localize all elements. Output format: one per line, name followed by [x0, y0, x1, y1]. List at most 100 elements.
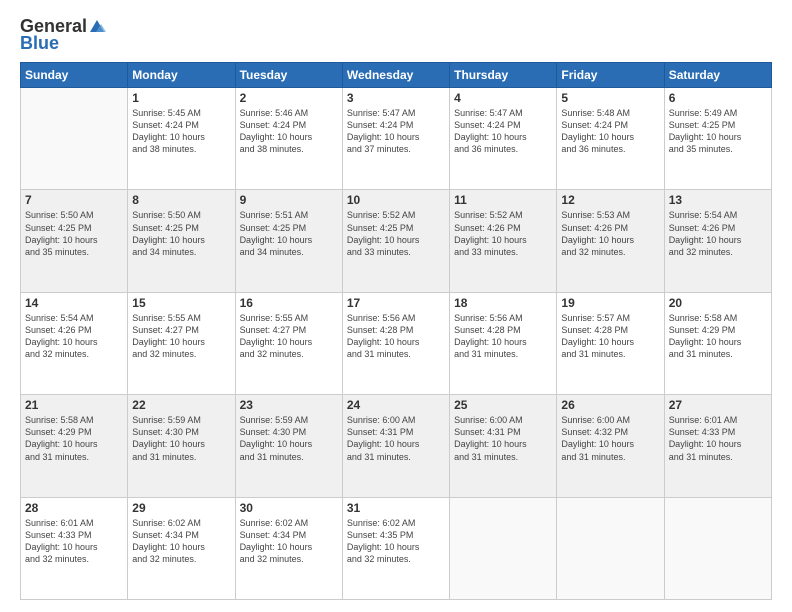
calendar-cell: 1Sunrise: 5:45 AM Sunset: 4:24 PM Daylig…: [128, 88, 235, 190]
calendar-header-wednesday: Wednesday: [342, 63, 449, 88]
page: General Blue SundayMondayTuesdayWednesda…: [0, 0, 792, 612]
day-details: Sunrise: 6:02 AM Sunset: 4:35 PM Dayligh…: [347, 517, 445, 566]
day-details: Sunrise: 5:47 AM Sunset: 4:24 PM Dayligh…: [454, 107, 552, 156]
day-details: Sunrise: 5:46 AM Sunset: 4:24 PM Dayligh…: [240, 107, 338, 156]
calendar-cell: 15 Sunrise: 5:55 AM Sunset: 4:27 PM Dayli…: [128, 292, 235, 394]
day-number: 5: [561, 91, 659, 105]
day-number: 31: [347, 501, 445, 515]
calendar-cell: 30 Sunrise: 6:02 AM Sunset: 4:34 PM Dayli…: [235, 497, 342, 599]
calendar-cell: 25 Sunrise: 6:00 AM Sunset: 4:31 PM Dayli…: [450, 395, 557, 497]
day-details: Sunrise: 5:50 AM Sunset: 4:25 PM Dayligh…: [132, 209, 230, 258]
calendar-week-row: 7 Sunrise: 5:50 AM Sunset: 4:25 PM Daylig…: [21, 190, 772, 292]
day-number: 6: [669, 91, 767, 105]
calendar-cell: 21Sunrise: 5:58 AM Sunset: 4:29 PM Dayli…: [21, 395, 128, 497]
calendar-cell: 22 Sunrise: 5:59 AM Sunset: 4:30 PM Dayli…: [128, 395, 235, 497]
calendar-cell: 12 Sunrise: 5:53 AM Sunset: 4:26 PM Dayli…: [557, 190, 664, 292]
day-number: 27: [669, 398, 767, 412]
day-number: 4: [454, 91, 552, 105]
calendar-cell: 23 Sunrise: 5:59 AM Sunset: 4:30 PM Dayli…: [235, 395, 342, 497]
calendar-cell: 10Sunrise: 5:52 AM Sunset: 4:25 PM Dayli…: [342, 190, 449, 292]
calendar-cell: 9Sunrise: 5:51 AM Sunset: 4:25 PM Daylig…: [235, 190, 342, 292]
calendar-cell: 11 Sunrise: 5:52 AM Sunset: 4:26 PM Dayli…: [450, 190, 557, 292]
day-details: Sunrise: 5:52 AM Sunset: 4:25 PM Dayligh…: [347, 209, 445, 258]
calendar-week-row: 14 Sunrise: 5:54 AM Sunset: 4:26 PM Dayli…: [21, 292, 772, 394]
day-number: 14: [25, 296, 123, 310]
calendar-cell: 20 Sunrise: 5:58 AM Sunset: 4:29 PM Dayli…: [664, 292, 771, 394]
calendar-cell: 13 Sunrise: 5:54 AM Sunset: 4:26 PM Dayli…: [664, 190, 771, 292]
day-number: 1: [132, 91, 230, 105]
calendar-header-friday: Friday: [557, 63, 664, 88]
calendar-cell: 16 Sunrise: 5:55 AM Sunset: 4:27 PM Dayli…: [235, 292, 342, 394]
day-details: Sunrise: 5:53 AM Sunset: 4:26 PM Dayligh…: [561, 209, 659, 258]
calendar-cell: 8 Sunrise: 5:50 AM Sunset: 4:25 PM Daylig…: [128, 190, 235, 292]
day-details: Sunrise: 5:55 AM Sunset: 4:27 PM Dayligh…: [132, 312, 230, 361]
day-number: 11: [454, 193, 552, 207]
day-number: 20: [669, 296, 767, 310]
calendar-cell: 7 Sunrise: 5:50 AM Sunset: 4:25 PM Daylig…: [21, 190, 128, 292]
day-number: 19: [561, 296, 659, 310]
day-details: Sunrise: 6:02 AM Sunset: 4:34 PM Dayligh…: [132, 517, 230, 566]
calendar-header-thursday: Thursday: [450, 63, 557, 88]
day-details: Sunrise: 5:55 AM Sunset: 4:27 PM Dayligh…: [240, 312, 338, 361]
day-number: 30: [240, 501, 338, 515]
day-number: 24: [347, 398, 445, 412]
calendar-cell: 27 Sunrise: 6:01 AM Sunset: 4:33 PM Dayli…: [664, 395, 771, 497]
day-details: Sunrise: 6:00 AM Sunset: 4:32 PM Dayligh…: [561, 414, 659, 463]
calendar-cell: 31 Sunrise: 6:02 AM Sunset: 4:35 PM Dayli…: [342, 497, 449, 599]
day-number: 29: [132, 501, 230, 515]
day-details: Sunrise: 5:48 AM Sunset: 4:24 PM Dayligh…: [561, 107, 659, 156]
day-details: Sunrise: 5:56 AM Sunset: 4:28 PM Dayligh…: [454, 312, 552, 361]
day-details: Sunrise: 5:59 AM Sunset: 4:30 PM Dayligh…: [132, 414, 230, 463]
calendar-header-saturday: Saturday: [664, 63, 771, 88]
day-details: Sunrise: 5:59 AM Sunset: 4:30 PM Dayligh…: [240, 414, 338, 463]
calendar-cell: 17 Sunrise: 5:56 AM Sunset: 4:28 PM Dayli…: [342, 292, 449, 394]
day-details: Sunrise: 5:47 AM Sunset: 4:24 PM Dayligh…: [347, 107, 445, 156]
day-number: 7: [25, 193, 123, 207]
calendar-cell: [557, 497, 664, 599]
day-number: 15: [132, 296, 230, 310]
day-details: Sunrise: 5:51 AM Sunset: 4:25 PM Dayligh…: [240, 209, 338, 258]
calendar-cell: [664, 497, 771, 599]
day-details: Sunrise: 5:54 AM Sunset: 4:26 PM Dayligh…: [25, 312, 123, 361]
day-number: 18: [454, 296, 552, 310]
calendar-cell: 24Sunrise: 6:00 AM Sunset: 4:31 PM Dayli…: [342, 395, 449, 497]
day-number: 17: [347, 296, 445, 310]
calendar-week-row: 28 Sunrise: 6:01 AM Sunset: 4:33 PM Dayli…: [21, 497, 772, 599]
calendar-cell: 18 Sunrise: 5:56 AM Sunset: 4:28 PM Dayli…: [450, 292, 557, 394]
day-number: 12: [561, 193, 659, 207]
calendar-cell: 29 Sunrise: 6:02 AM Sunset: 4:34 PM Dayli…: [128, 497, 235, 599]
logo-blue-text: Blue: [20, 33, 59, 54]
day-details: Sunrise: 5:49 AM Sunset: 4:25 PM Dayligh…: [669, 107, 767, 156]
day-number: 2: [240, 91, 338, 105]
day-details: Sunrise: 6:02 AM Sunset: 4:34 PM Dayligh…: [240, 517, 338, 566]
calendar-cell: [21, 88, 128, 190]
day-details: Sunrise: 6:01 AM Sunset: 4:33 PM Dayligh…: [669, 414, 767, 463]
day-number: 16: [240, 296, 338, 310]
calendar-cell: 4 Sunrise: 5:47 AM Sunset: 4:24 PM Daylig…: [450, 88, 557, 190]
day-number: 8: [132, 193, 230, 207]
day-number: 22: [132, 398, 230, 412]
calendar-header-tuesday: Tuesday: [235, 63, 342, 88]
calendar-cell: 19 Sunrise: 5:57 AM Sunset: 4:28 PM Dayli…: [557, 292, 664, 394]
calendar-header-sunday: Sunday: [21, 63, 128, 88]
day-details: Sunrise: 5:57 AM Sunset: 4:28 PM Dayligh…: [561, 312, 659, 361]
day-number: 23: [240, 398, 338, 412]
day-number: 28: [25, 501, 123, 515]
day-details: Sunrise: 5:52 AM Sunset: 4:26 PM Dayligh…: [454, 209, 552, 258]
logo-icon: [88, 18, 106, 34]
calendar-cell: 26Sunrise: 6:00 AM Sunset: 4:32 PM Dayli…: [557, 395, 664, 497]
day-details: Sunrise: 6:00 AM Sunset: 4:31 PM Dayligh…: [454, 414, 552, 463]
day-details: Sunrise: 6:01 AM Sunset: 4:33 PM Dayligh…: [25, 517, 123, 566]
day-details: Sunrise: 5:50 AM Sunset: 4:25 PM Dayligh…: [25, 209, 123, 258]
day-details: Sunrise: 5:56 AM Sunset: 4:28 PM Dayligh…: [347, 312, 445, 361]
day-number: 25: [454, 398, 552, 412]
calendar-cell: 28 Sunrise: 6:01 AM Sunset: 4:33 PM Dayli…: [21, 497, 128, 599]
calendar-cell: 3 Sunrise: 5:47 AM Sunset: 4:24 PM Daylig…: [342, 88, 449, 190]
day-details: Sunrise: 5:58 AM Sunset: 4:29 PM Dayligh…: [669, 312, 767, 361]
calendar-cell: 5 Sunrise: 5:48 AM Sunset: 4:24 PM Daylig…: [557, 88, 664, 190]
day-number: 3: [347, 91, 445, 105]
calendar-week-row: 1Sunrise: 5:45 AM Sunset: 4:24 PM Daylig…: [21, 88, 772, 190]
day-details: Sunrise: 5:58 AM Sunset: 4:29 PM Dayligh…: [25, 414, 123, 463]
day-number: 13: [669, 193, 767, 207]
day-details: Sunrise: 5:54 AM Sunset: 4:26 PM Dayligh…: [669, 209, 767, 258]
